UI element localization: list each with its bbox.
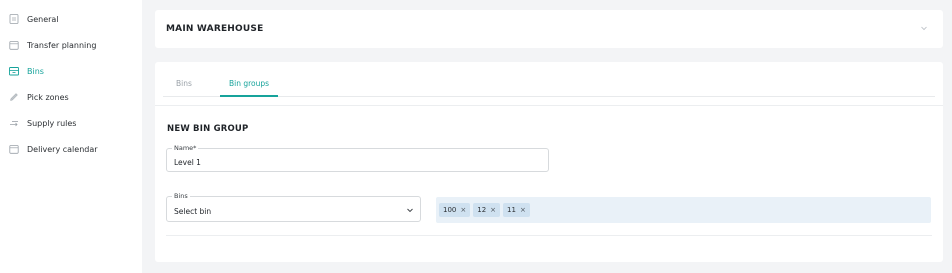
tab-divider xyxy=(163,96,935,97)
sidebar-item-label: Delivery calendar xyxy=(27,144,98,154)
sidebar-item-label: Transfer planning xyxy=(27,40,97,50)
tab-bins[interactable]: Bins xyxy=(176,79,192,88)
sidebar-item-label: Pick zones xyxy=(27,92,69,102)
calendar-icon xyxy=(9,40,19,50)
close-icon[interactable]: × xyxy=(460,206,466,214)
section-title: NEW BIN GROUP xyxy=(167,124,249,134)
name-field[interactable]: Name* Level 1 xyxy=(166,144,549,172)
sidebar-item-label: Supply rules xyxy=(27,118,77,128)
selected-bins-area: 100 × 12 × 11 × xyxy=(436,197,931,223)
bins-select[interactable]: Bins Select bin xyxy=(166,192,421,222)
sidebar-item-pick-zones[interactable]: Pick zones xyxy=(0,84,142,110)
bin-chip-label: 11 xyxy=(507,206,516,214)
chevron-down-icon[interactable] xyxy=(919,23,929,33)
arrows-icon xyxy=(9,118,19,128)
calendar-icon xyxy=(9,144,19,154)
box-icon xyxy=(9,66,19,76)
sidebar-item-delivery-calendar[interactable]: Delivery calendar xyxy=(0,136,142,162)
close-icon[interactable]: × xyxy=(490,206,496,214)
bin-chip: 100 × xyxy=(439,203,471,217)
chevron-down-icon[interactable] xyxy=(406,206,414,214)
pencil-icon xyxy=(9,92,19,102)
sidebar-item-supply-rules[interactable]: Supply rules xyxy=(0,110,142,136)
warehouse-card[interactable]: MAIN WAREHOUSE xyxy=(155,10,943,48)
bins-select-placeholder: Select bin xyxy=(174,207,212,216)
tab-bin-groups[interactable]: Bin groups xyxy=(229,79,269,88)
bin-chip: 12 × xyxy=(473,203,501,217)
sidebar: General Transfer planning Bins Pick zone… xyxy=(0,0,142,273)
sidebar-item-general[interactable]: General xyxy=(0,6,142,32)
document-icon xyxy=(9,14,19,24)
name-field-value: Level 1 xyxy=(174,158,201,167)
warehouse-title: MAIN WAREHOUSE xyxy=(166,24,264,34)
sidebar-item-transfer-planning[interactable]: Transfer planning xyxy=(0,32,142,58)
bin-chip-label: 100 xyxy=(443,206,457,214)
sidebar-item-bins[interactable]: Bins xyxy=(0,58,142,84)
tab-bar: Bins Bin groups xyxy=(155,62,943,106)
form-divider xyxy=(166,235,932,236)
active-tab-indicator xyxy=(220,95,278,97)
bins-select-label: Bins xyxy=(172,192,190,200)
name-field-label: Name* xyxy=(172,144,199,152)
bin-groups-card: Bins Bin groups NEW BIN GROUP Name* Leve… xyxy=(155,62,943,262)
sidebar-item-label: Bins xyxy=(27,66,44,76)
sidebar-item-label: General xyxy=(27,14,59,24)
bin-chip-label: 12 xyxy=(477,206,487,214)
bin-chip: 11 × xyxy=(503,203,530,217)
close-icon[interactable]: × xyxy=(520,206,526,214)
